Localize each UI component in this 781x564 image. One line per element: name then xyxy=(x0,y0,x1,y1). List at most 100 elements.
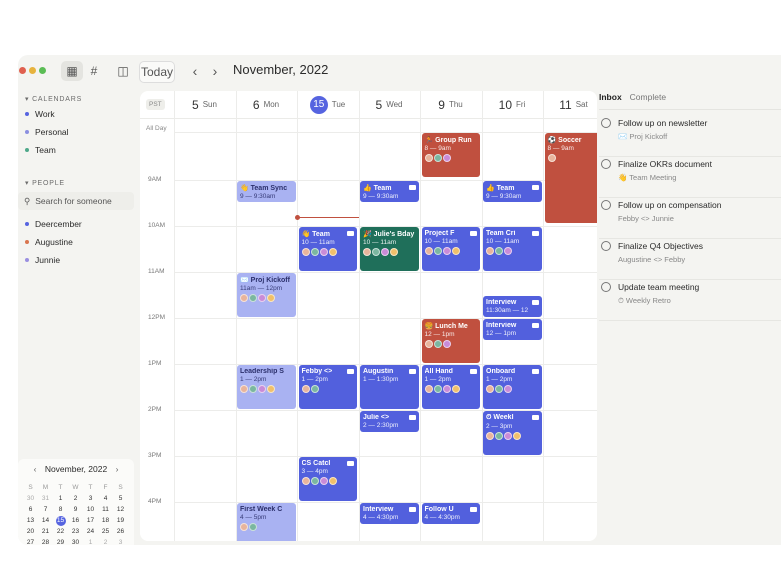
calendar-event[interactable]: 🏃 Group Run 8 — 9am xyxy=(421,132,480,177)
inbox-task[interactable]: Finalize OKRs document 👋 Team Meeting xyxy=(599,156,781,198)
mini-day[interactable]: 26 xyxy=(113,527,128,537)
mini-day[interactable]: 10 xyxy=(83,505,98,515)
mini-day[interactable]: 9 xyxy=(68,505,83,515)
calendar-event[interactable]: 👍 Team 9 — 9:30am xyxy=(483,181,542,202)
mini-day[interactable]: 29 xyxy=(53,538,68,545)
task-checkbox[interactable] xyxy=(601,118,611,128)
calendar-event[interactable]: Team Cri 10 — 11am xyxy=(483,227,542,271)
maximize-window-dot[interactable] xyxy=(39,67,46,74)
sidebar-person-deercember[interactable]: Deercember xyxy=(25,219,82,229)
calendar-event[interactable]: ⚽ Soccer 8 — 9am xyxy=(544,132,597,223)
mini-day[interactable]: 13 xyxy=(23,516,38,526)
day-header-tue[interactable]: 15 Tue xyxy=(297,91,358,118)
calendar-event[interactable]: Follow U4 — 4:30pm xyxy=(421,503,480,524)
mini-day[interactable]: 15 xyxy=(55,516,66,526)
tab-complete[interactable]: Complete xyxy=(630,92,666,102)
task-checkbox[interactable] xyxy=(601,282,611,292)
mini-day[interactable]: 6 xyxy=(23,505,38,515)
today-button[interactable]: Today xyxy=(139,61,175,83)
mini-day[interactable]: 5 xyxy=(113,494,128,504)
mini-day[interactable]: 3 xyxy=(83,494,98,504)
calendar-event[interactable]: Leadership S1 — 2pm xyxy=(237,365,296,409)
calendar-view-icon[interactable]: ▦ xyxy=(61,61,83,81)
attendee-avatars xyxy=(301,385,355,393)
mini-prev-month-icon[interactable]: ‹ xyxy=(34,464,37,474)
mini-day[interactable]: 24 xyxy=(83,527,98,537)
close-window-dot[interactable] xyxy=(19,67,26,74)
sidebar-toggle-icon[interactable]: ◫ xyxy=(113,61,133,81)
inbox-task[interactable]: Update team meeting ⏱ Weekly Retro xyxy=(599,279,781,321)
calendar-event[interactable]: First Week C4 — 5pm xyxy=(237,503,296,541)
calendar-event[interactable]: 👍 Team 9 — 9:30am xyxy=(360,181,419,202)
calendar-event[interactable]: 🍔 Lunch Me 12 — 1pm xyxy=(421,319,480,363)
task-checkbox[interactable] xyxy=(601,159,611,169)
mini-day[interactable]: 18 xyxy=(98,516,113,526)
calendar-event[interactable]: 👋 Team Sync 9 — 9:30am xyxy=(237,181,296,202)
mini-day[interactable]: 17 xyxy=(83,516,98,526)
day-header-thu[interactable]: 9 Thu xyxy=(420,91,481,118)
calendars-heading[interactable]: ▾ CALENDARS xyxy=(25,95,82,103)
mini-day[interactable]: 3 xyxy=(113,538,128,545)
day-header-sat[interactable]: 11 Sat xyxy=(543,91,597,118)
sidebar-person-augustine[interactable]: Augustine xyxy=(25,237,73,247)
minimize-window-dot[interactable] xyxy=(29,67,36,74)
mini-day[interactable]: 12 xyxy=(113,505,128,515)
mini-day[interactable]: 19 xyxy=(113,516,128,526)
sidebar-person-junnie[interactable]: Junnie xyxy=(25,255,60,265)
day-header-sun[interactable]: 5 Sun xyxy=(174,91,235,118)
mini-day[interactable]: 8 xyxy=(53,505,68,515)
mini-day[interactable]: 2 xyxy=(98,538,113,545)
mini-day[interactable]: 14 xyxy=(38,516,53,526)
calendar-event[interactable]: ⏱ Weekl 2 — 3pm xyxy=(483,411,542,455)
inbox-task[interactable]: Follow up on compensation Febby <> Junnie xyxy=(599,197,781,239)
mini-day[interactable]: 11 xyxy=(98,505,113,515)
calendar-event[interactable]: Project F 10 — 11am xyxy=(421,227,480,271)
mini-day[interactable]: 4 xyxy=(98,494,113,504)
calendar-event[interactable]: 🎉 Julie's Bday 10 — 11am xyxy=(360,227,419,271)
calendar-event[interactable]: Interview 12 — 1pm xyxy=(483,319,542,340)
mini-day[interactable]: 28 xyxy=(38,538,53,545)
tab-inbox[interactable]: Inbox xyxy=(599,92,622,102)
day-header-fri[interactable]: 10 Fri xyxy=(482,91,543,118)
hashtag-icon[interactable]: # xyxy=(84,61,104,81)
mini-day[interactable]: 20 xyxy=(23,527,38,537)
day-header-mon[interactable]: 6 Mon xyxy=(236,91,297,118)
people-search-input[interactable]: ⚲ Search for someone xyxy=(18,192,134,210)
mini-day[interactable]: 7 xyxy=(38,505,53,515)
calendar-event[interactable]: 👋 Team 10 — 11am xyxy=(298,227,357,271)
mini-day[interactable]: 22 xyxy=(53,527,68,537)
sidebar-calendar-team[interactable]: Team xyxy=(25,145,56,155)
mini-day[interactable]: 1 xyxy=(53,494,68,504)
mini-day[interactable]: 30 xyxy=(68,538,83,545)
sidebar-calendar-work[interactable]: Work xyxy=(25,109,55,119)
mini-day[interactable]: 23 xyxy=(68,527,83,537)
inbox-task[interactable]: Follow up on newsletter ✉️ Proj Kickoff xyxy=(599,115,781,157)
next-week-button[interactable]: › xyxy=(208,61,222,81)
calendar-event[interactable]: Augustin 1 — 1:30pm xyxy=(360,365,419,409)
calendar-event[interactable]: Interview 11:30am — 12 xyxy=(483,296,542,317)
calendar-event[interactable]: CS Catcl 3 — 4pm xyxy=(298,457,357,501)
people-heading[interactable]: ▾ PEOPLE xyxy=(25,179,65,187)
mini-day[interactable]: 21 xyxy=(38,527,53,537)
sidebar-calendar-personal[interactable]: Personal xyxy=(25,127,69,137)
calendar-event[interactable]: Julie <> 2 — 2:30pm xyxy=(360,411,419,432)
day-column-divider xyxy=(420,91,421,541)
inbox-task[interactable]: Finalize Q4 Objectives Augustine <> Febby xyxy=(599,238,781,280)
calendar-event[interactable]: Interview 4 — 4:30pm xyxy=(360,503,419,524)
mini-day[interactable]: 25 xyxy=(98,527,113,537)
mini-day[interactable]: 1 xyxy=(83,538,98,545)
task-checkbox[interactable] xyxy=(601,241,611,251)
calendar-event[interactable]: ✉️ Proj Kickoff 11am — 12pm xyxy=(237,273,296,317)
mini-day[interactable]: 27 xyxy=(23,538,38,545)
day-header-wed[interactable]: 5 Wed xyxy=(359,91,420,118)
mini-day[interactable]: 2 xyxy=(68,494,83,504)
task-checkbox[interactable] xyxy=(601,200,611,210)
calendar-event[interactable]: Onboard 1 — 2pm xyxy=(483,365,542,409)
calendar-event[interactable]: All Hand 1 — 2pm xyxy=(421,365,480,409)
mini-day[interactable]: 31 xyxy=(38,494,53,504)
mini-day[interactable]: 30 xyxy=(23,494,38,504)
mini-next-month-icon[interactable]: › xyxy=(116,464,119,474)
mini-day[interactable]: 16 xyxy=(68,516,83,526)
calendar-event[interactable]: Febby <> 1 — 2pm xyxy=(298,365,357,409)
prev-week-button[interactable]: ‹ xyxy=(188,61,202,81)
